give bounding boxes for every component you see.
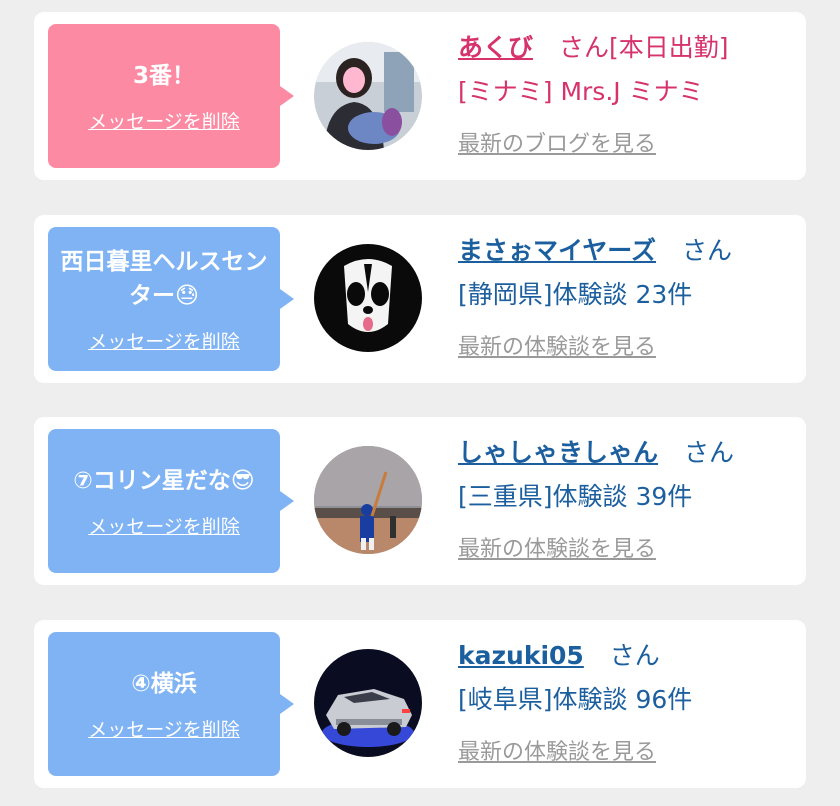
review-count: [静岡県]体験談 23件 xyxy=(458,280,693,309)
favorite-card: 3番！ メッセージを削除 あくび さん[本日出勤] [ミナミ] Mrs.J ミナ… xyxy=(34,12,806,180)
latest-review-link[interactable]: 最新の体験談を見る xyxy=(458,329,656,361)
username-link[interactable]: kazuki05 xyxy=(458,641,584,670)
latest-blog-link[interactable]: 最新のブログを見る xyxy=(458,126,656,158)
avatar[interactable] xyxy=(314,42,422,150)
message-text: 3番！ xyxy=(132,62,195,89)
username-link[interactable]: あくび xyxy=(458,33,533,62)
delete-message-link[interactable]: メッセージを削除 xyxy=(88,715,240,742)
favorite-card: ④横浜 メッセージを削除 kazuki05 さん [岐阜県]体験談 96件 最新… xyxy=(34,620,806,788)
avatar[interactable] xyxy=(314,446,422,554)
delete-message-link[interactable]: メッセージを削除 xyxy=(88,512,240,539)
shop-detail: [ミナミ] Mrs.J ミナミ xyxy=(458,77,704,106)
silver-car-icon xyxy=(314,649,422,757)
message-bubble: ⑦コリン星だな😎 メッセージを削除 xyxy=(48,429,294,573)
user-info: しゃしゃきしゃん さん [三重県]体験談 39件 最新の体験談を見る xyxy=(458,431,798,563)
honorific-label: さん xyxy=(683,438,734,467)
review-count: [岐阜県]体験談 96件 xyxy=(458,685,693,714)
favorite-card: ⑦コリン星だな😎 メッセージを削除 しゃしゃきしゃん さん [三重県]体験談 3… xyxy=(34,417,806,585)
message-text: ⑦コリン星だな😎 xyxy=(73,467,255,494)
delete-message-link[interactable]: メッセージを削除 xyxy=(88,327,240,354)
avatar[interactable] xyxy=(314,244,422,352)
latest-review-link[interactable]: 最新の体験談を見る xyxy=(458,531,656,563)
favorite-card: 西日暮里ヘルスセンター😓 メッセージを削除 まさぉマイヤーズ さん [静岡県]体… xyxy=(34,215,806,383)
review-count: [三重県]体験談 39件 xyxy=(458,482,693,511)
latest-review-link[interactable]: 最新の体験談を見る xyxy=(458,734,656,766)
delete-message-link[interactable]: メッセージを削除 xyxy=(88,107,240,134)
user-info: kazuki05 さん [岐阜県]体験談 96件 最新の体験談を見る xyxy=(458,634,798,766)
username-link[interactable]: しゃしゃきしゃん xyxy=(458,438,658,467)
panda-icon xyxy=(314,244,422,352)
honorific-label: さん[本日出勤] xyxy=(558,33,729,62)
user-info: あくび さん[本日出勤] [ミナミ] Mrs.J ミナミ 最新のブログを見る xyxy=(458,26,798,158)
message-bubble: 3番！ メッセージを削除 xyxy=(48,24,294,168)
user-info: まさぉマイヤーズ さん [静岡県]体験談 23件 最新の体験談を見る xyxy=(458,229,798,361)
avatar[interactable] xyxy=(314,649,422,757)
username-link[interactable]: まさぉマイヤーズ xyxy=(458,236,656,265)
person-photo-icon xyxy=(314,42,422,150)
message-text: 西日暮里ヘルスセンター😓 xyxy=(60,248,268,309)
honorific-label: さん xyxy=(681,236,732,265)
honorific-label: さん xyxy=(609,641,660,670)
message-bubble: ④横浜 メッセージを削除 xyxy=(48,632,294,776)
message-text: ④横浜 xyxy=(131,670,197,697)
message-bubble: 西日暮里ヘルスセンター😓 メッセージを削除 xyxy=(48,227,294,371)
baseball-batter-icon xyxy=(314,446,422,554)
